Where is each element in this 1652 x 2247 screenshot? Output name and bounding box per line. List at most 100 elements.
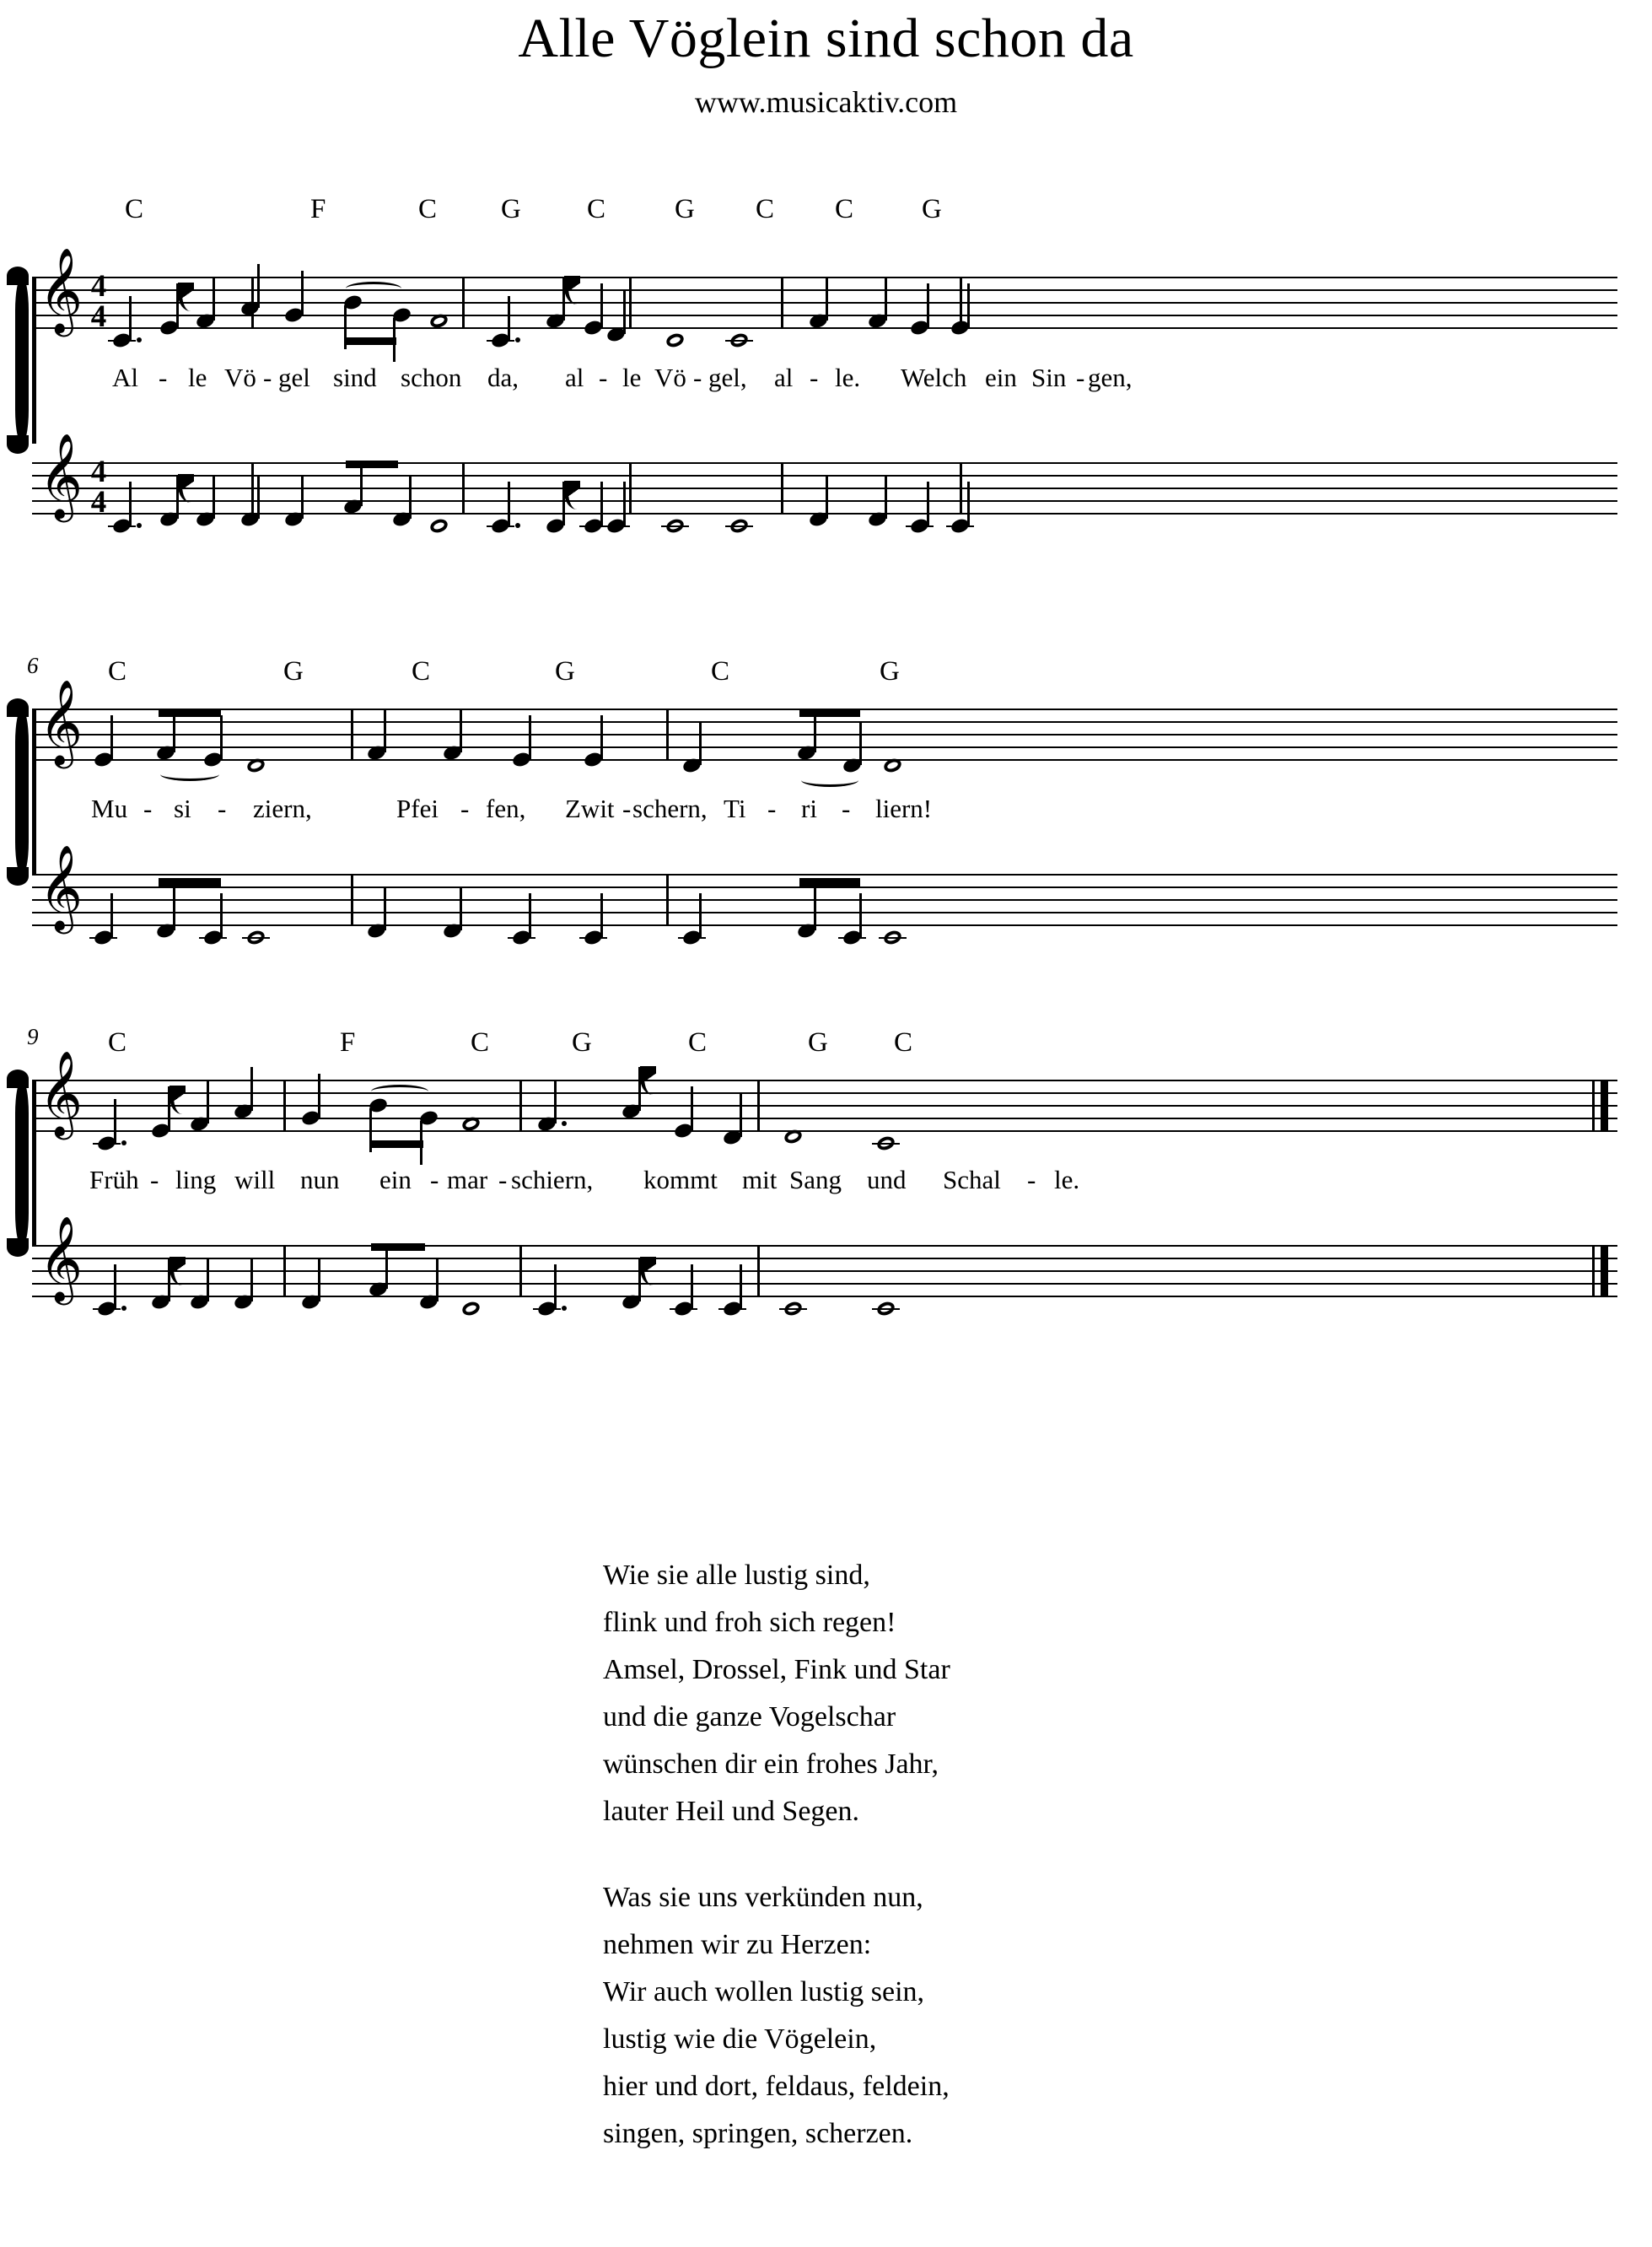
barline	[251, 462, 254, 515]
barline	[462, 462, 465, 515]
beam	[371, 1243, 425, 1251]
staff-line	[32, 899, 1617, 901]
lyric-syllable: Vö	[224, 363, 256, 392]
final-barline-thin	[1592, 1245, 1595, 1297]
staff-upper-3: 𝄞	[32, 1056, 1617, 1165]
slur	[801, 773, 858, 787]
lyric-syllable: -	[810, 363, 819, 392]
lyric-syllable: mit	[742, 1165, 778, 1194]
lyric-row-2: Mu - si - ziern, Pfei - fen, Zwit - schern, Ti - ri - l…	[32, 794, 1652, 827]
time-numerator: 4	[90, 269, 107, 304]
staff-line	[32, 1270, 1617, 1272]
lyric-syllable: schon	[401, 363, 462, 392]
verse-line: Was sie uns verkünden nun,	[603, 1882, 923, 1913]
verse: Was sie uns verkünden nun, nehmen wir zu …	[603, 1874, 1193, 2158]
staff-line	[32, 1092, 1617, 1094]
beam	[369, 1140, 423, 1148]
final-barline-thick	[1601, 1245, 1608, 1297]
treble-clef-icon: 𝄞	[39, 1049, 83, 1136]
barline	[960, 462, 962, 515]
chord-row-1: CFCGCGCCG	[0, 194, 1652, 228]
lyric-syllable: gel	[278, 363, 310, 392]
barline	[781, 277, 783, 329]
barline	[781, 462, 783, 515]
chord-symbol: G	[501, 194, 521, 224]
lyric-syllable: al	[565, 363, 584, 392]
verse-line: Wir auch wollen lustig sein,	[603, 1976, 925, 2007]
lyric-syllable: nun	[300, 1165, 340, 1194]
lyric-syllable: schern,	[632, 794, 708, 823]
lyric-syllable: -	[1027, 1165, 1036, 1194]
staff-line	[32, 734, 1617, 736]
staff-line	[32, 500, 1617, 502]
beam	[799, 878, 860, 886]
staff-line	[32, 289, 1617, 291]
staff-lower-3: 𝄞	[32, 1221, 1617, 1318]
lyric-syllable: -	[143, 794, 153, 823]
verse-line: Amsel, Drossel, Fink und Star	[603, 1654, 950, 1685]
lyric-syllable: Al	[112, 363, 138, 392]
treble-clef-icon: 𝄞	[39, 432, 83, 519]
verse-line: Wie sie alle lustig sind,	[603, 1560, 870, 1591]
staff-line	[32, 1296, 1617, 1297]
lyric-syllable: ziern,	[253, 794, 312, 823]
lyric-syllable: Ti	[724, 794, 746, 823]
verse-line: wünschen dir ein frohes Jahr,	[603, 1749, 939, 1780]
beam	[159, 878, 221, 886]
beam	[799, 709, 860, 717]
time-denominator: 4	[90, 485, 107, 520]
chord-symbol: F	[310, 194, 326, 224]
staff-line	[32, 488, 1617, 489]
staff-upper-1: 𝄞 4 4	[32, 253, 1617, 362]
verse-line: lustig wie die Vögelein,	[603, 2023, 877, 2055]
lyric-syllable: si	[174, 794, 191, 823]
lyric-syllable: -	[498, 1165, 508, 1194]
staff-line	[32, 277, 1617, 278]
verse: Wie sie alle lustig sind, flink und froh …	[603, 1552, 1193, 1835]
final-barline-thick	[1601, 1080, 1608, 1132]
barline	[351, 874, 353, 926]
chord-symbol: C	[894, 1027, 913, 1058]
lyric-syllable: -	[430, 1165, 439, 1194]
lyric-row-1: Al - le Vö - gel sind schon da, al - le Vö - gel, al - le…	[32, 363, 1652, 396]
final-barline-thin	[1592, 1080, 1595, 1132]
staff-line	[32, 1105, 1617, 1107]
staff-line	[32, 302, 1617, 304]
lyric-syllable: Sin	[1031, 363, 1067, 392]
slur	[346, 282, 401, 295]
lyric-syllable: gen,	[1088, 363, 1133, 392]
staff-upper-2: 𝄞	[32, 685, 1617, 787]
chord-symbol: C	[412, 656, 431, 687]
chord-symbol: C	[688, 1027, 708, 1058]
chord-symbol: C	[418, 194, 438, 224]
lyric-syllable: le.	[1054, 1165, 1080, 1194]
staff-line	[32, 1258, 1617, 1259]
chord-symbol: C	[756, 194, 775, 224]
chord-symbol: G	[675, 194, 695, 224]
slur	[371, 1085, 428, 1098]
chord-symbol: F	[340, 1027, 356, 1058]
beam	[346, 461, 398, 468]
time-denominator: 4	[90, 299, 107, 334]
lyric-syllable: ein	[985, 363, 1017, 392]
lyric-syllable: -	[263, 363, 272, 392]
chord-symbol: C	[711, 656, 730, 687]
barline	[351, 709, 353, 761]
staff-lower-1: 𝄞 4 4	[32, 439, 1617, 536]
staff-line	[32, 759, 1617, 761]
lyric-syllable: liern!	[875, 794, 933, 823]
treble-clef-icon: 𝄞	[39, 843, 83, 930]
lyric-syllable: Zwit	[565, 794, 615, 823]
verse-line: nehmen wir zu Herzen:	[603, 1929, 872, 1960]
barline	[629, 277, 632, 329]
staff-line	[32, 462, 1617, 464]
lyric-syllable: -	[599, 363, 608, 392]
lyric-syllable: gel,	[708, 363, 747, 392]
staff-line	[32, 1080, 1617, 1081]
lyric-syllable: Vö	[654, 363, 686, 392]
staff-line	[32, 924, 1617, 926]
lyric-syllable: -	[767, 794, 777, 823]
lyric-syllable: -	[150, 1165, 159, 1194]
lyric-syllable: -	[159, 363, 168, 392]
page-subtitle: www.musicaktiv.com	[694, 85, 958, 119]
